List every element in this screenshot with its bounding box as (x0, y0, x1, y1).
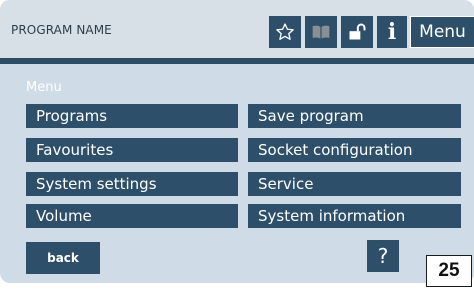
page-number: 25 (426, 255, 472, 287)
manual-button[interactable] (305, 16, 337, 48)
star-icon (276, 23, 294, 40)
help-button[interactable]: ? (367, 240, 399, 272)
unlock-icon (349, 23, 366, 40)
device-screen: PROGRAM NAME i Menu Menu Programs Favour… (0, 0, 474, 283)
menu-item-system-information[interactable]: System information (248, 204, 461, 228)
back-button[interactable]: back (26, 242, 100, 274)
header-bar: PROGRAM NAME i Menu (0, 0, 474, 58)
info-button[interactable]: i (377, 16, 407, 48)
info-icon: i (387, 19, 397, 45)
menu-item-programs[interactable]: Programs (26, 104, 238, 128)
lock-button[interactable] (341, 16, 373, 48)
header-divider (0, 58, 474, 64)
menu-item-save-program[interactable]: Save program (248, 104, 461, 128)
menu-item-favourites[interactable]: Favourites (26, 138, 238, 162)
menu-item-socket-configuration[interactable]: Socket configuration (248, 138, 461, 162)
menu-item-system-settings[interactable]: System settings (26, 172, 238, 196)
menu-button[interactable]: Menu (410, 16, 474, 48)
menu-item-volume[interactable]: Volume (26, 204, 238, 228)
book-icon (312, 25, 330, 39)
program-name: PROGRAM NAME (11, 23, 112, 37)
section-label: Menu (26, 80, 62, 95)
menu-item-service[interactable]: Service (248, 172, 461, 196)
favourite-button[interactable] (269, 16, 301, 48)
